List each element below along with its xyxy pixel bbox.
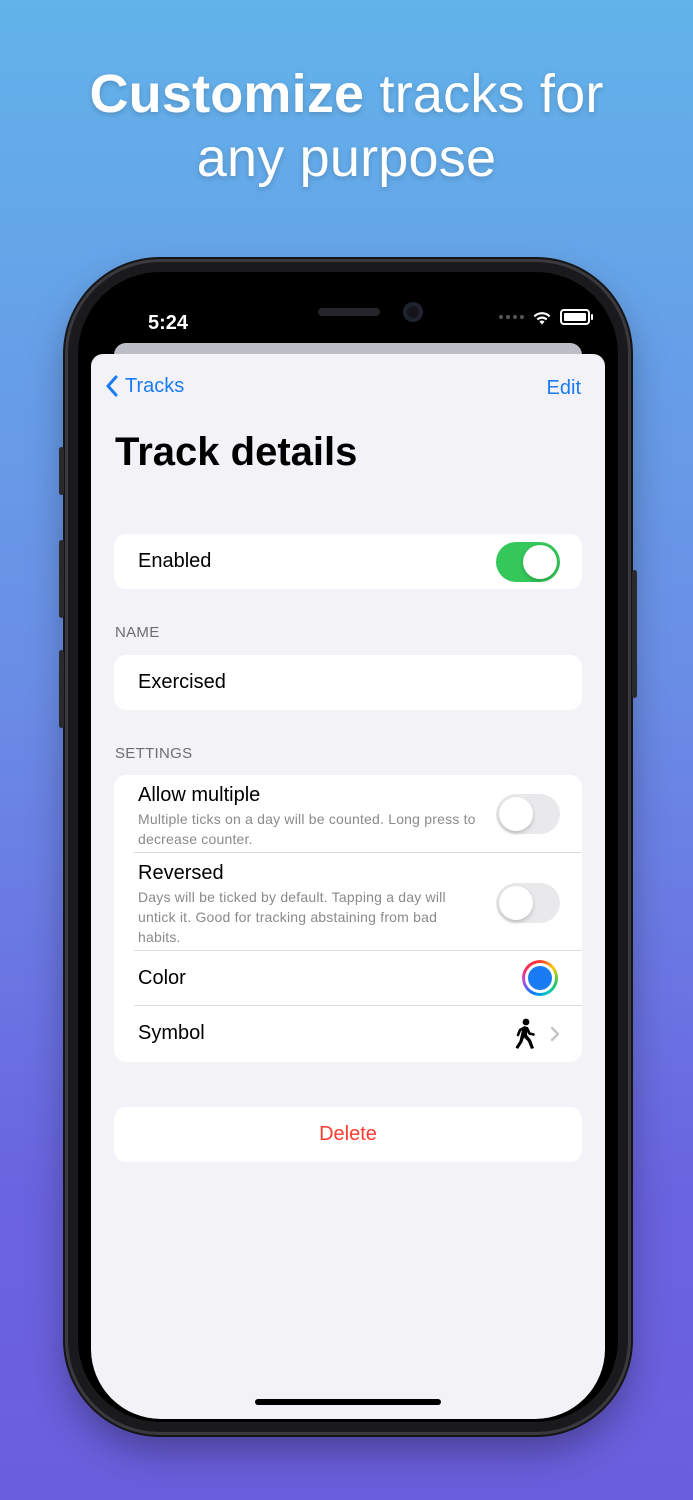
name-section-header: NAME: [115, 624, 160, 641]
color-picker-well[interactable]: [522, 960, 558, 996]
figure-walk-icon: [515, 1018, 535, 1049]
mute-switch: [59, 447, 64, 495]
phone-frame: 5:24 Tracks Edit Track details Enabled N…: [59, 262, 637, 1432]
back-label: Tracks: [125, 374, 185, 397]
cellular-dots-icon: [499, 315, 524, 319]
symbol-label: Symbol: [138, 1022, 205, 1044]
color-label: Color: [138, 967, 186, 989]
name-field[interactable]: Exercised: [114, 655, 582, 710]
reversed-toggle[interactable]: [496, 883, 560, 923]
toggle-knob: [499, 886, 533, 920]
status-icons: [499, 309, 593, 325]
status-time: 5:24: [148, 312, 189, 334]
reversed-label: Reversed: [138, 862, 224, 884]
enabled-group: Enabled: [114, 534, 582, 589]
earpiece-speaker: [318, 308, 380, 316]
chevron-right-icon: [550, 1026, 560, 1042]
back-button[interactable]: Tracks: [105, 374, 184, 398]
name-value: Exercised: [138, 671, 226, 693]
delete-group: Delete: [114, 1107, 582, 1162]
color-row[interactable]: Color: [114, 951, 582, 1006]
navigation-bar: Tracks Edit: [91, 354, 605, 424]
volume-up-button: [59, 540, 64, 618]
edit-button[interactable]: Edit: [547, 377, 581, 400]
allow-multiple-description: Multiple ticks on a day will be counted.…: [138, 811, 476, 847]
toggle-knob: [523, 545, 557, 579]
toggle-knob: [499, 797, 533, 831]
reversed-description: Days will be ticked by default. Tapping …: [138, 889, 446, 945]
headline-rest: tracks for: [364, 64, 604, 124]
headline-bold: Customize: [89, 64, 365, 124]
wifi-icon: [533, 311, 551, 324]
enabled-row: Enabled: [114, 534, 582, 589]
front-camera: [403, 302, 423, 322]
volume-down-button: [59, 650, 64, 728]
symbol-value: [514, 1018, 560, 1050]
reversed-row: Reversed Days will be ticked by default.…: [114, 853, 582, 951]
settings-group: Allow multiple Multiple ticks on a day w…: [114, 775, 582, 1062]
allow-multiple-toggle[interactable]: [496, 794, 560, 834]
enabled-toggle[interactable]: [496, 542, 560, 582]
name-group: Exercised: [114, 655, 582, 710]
enabled-label: Enabled: [138, 550, 212, 572]
power-button: [632, 570, 637, 698]
settings-section-header: SETTINGS: [115, 745, 193, 762]
battery-icon: [560, 309, 593, 325]
headline-line2: any purpose: [196, 128, 497, 188]
selected-color-swatch: [528, 966, 552, 990]
chevron-left-icon: [106, 375, 118, 397]
allow-multiple-row: Allow multiple Multiple ticks on a day w…: [114, 775, 582, 853]
marketing-headline: Customize tracks for any purpose: [0, 62, 693, 190]
phone-bezel: 5:24 Tracks Edit Track details Enabled N…: [78, 272, 618, 1422]
track-details-screen: Tracks Edit Track details Enabled NAME E…: [91, 354, 605, 1419]
delete-button[interactable]: Delete: [114, 1107, 582, 1162]
home-indicator: [255, 1399, 441, 1405]
allow-multiple-label: Allow multiple: [138, 784, 261, 806]
symbol-row[interactable]: Symbol: [114, 1006, 582, 1061]
page-title: Track details: [115, 430, 358, 474]
